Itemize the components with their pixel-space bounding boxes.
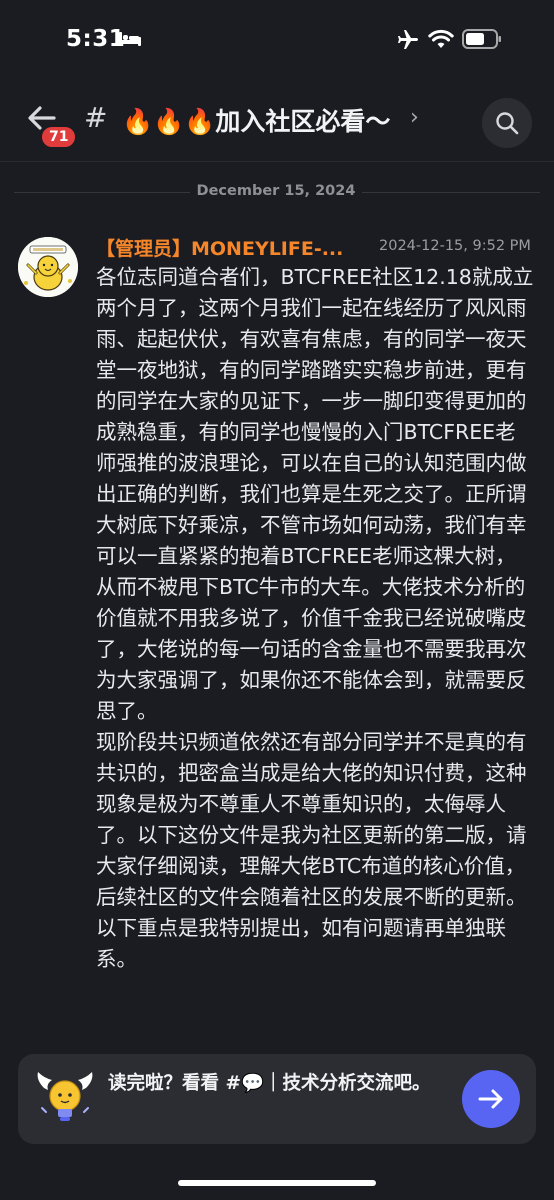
date-divider: December 15, 2024 [0, 178, 554, 208]
airplane-mode-icon [398, 30, 418, 49]
message-paragraph: 各位志同道合者们，BTCFREE社区12.18就成立两个月了，这两个月我们一起在… [96, 265, 534, 723]
battery-icon [462, 29, 501, 49]
search-icon [496, 112, 519, 135]
wifi-icon [428, 29, 454, 48]
prompt-text: 读完啦？看看 #💬｜技术分析交流吧。 [108, 1073, 431, 1094]
unread-badge: 71 [39, 124, 79, 150]
status-time: 5:31 [66, 26, 126, 52]
read-complete-prompt[interactable]: 读完啦？看看 #💬｜技术分析交流吧。 [18, 1054, 536, 1144]
message-timestamp: 2024-12-15, 9:52 PM [379, 238, 531, 254]
channel-title[interactable]: 🔥🔥🔥加入社区必看～ [122, 102, 390, 138]
message-author[interactable]: 【管理员】MONEYLIFE-... [96, 234, 343, 261]
screen: 5:31 71 # 🔥🔥🔥加入社区必看～ › December 15, 2024… [0, 0, 554, 1200]
channel-hash-icon: # [84, 101, 108, 134]
date-label: December 15, 2024 [196, 183, 356, 199]
home-indicator[interactable] [178, 1180, 376, 1186]
mascot-avatar-icon [18, 237, 78, 297]
sleep-focus-icon [119, 32, 141, 46]
channel-header: 71 # 🔥🔥🔥加入社区必看～ › [0, 80, 554, 162]
author-avatar[interactable] [18, 237, 78, 297]
go-to-channel-button[interactable] [462, 1070, 520, 1128]
message-paragraph: 现阶段共识频道依然还有部分同学并不是真的有共识的，把密盒当成是给大佬的知识付费，… [96, 730, 527, 971]
status-bar: 5:31 [0, 0, 554, 80]
divider-line [362, 192, 540, 193]
search-button[interactable] [482, 98, 532, 148]
winged-lightbulb-mascot-icon [37, 1072, 93, 1121]
arrow-right-icon [478, 1089, 503, 1109]
message-body: 各位志同道合者们，BTCFREE社区12.18就成立两个月了，这两个月我们一起在… [96, 262, 536, 975]
chevron-right-icon[interactable]: › [410, 105, 419, 130]
divider-line [14, 192, 190, 193]
